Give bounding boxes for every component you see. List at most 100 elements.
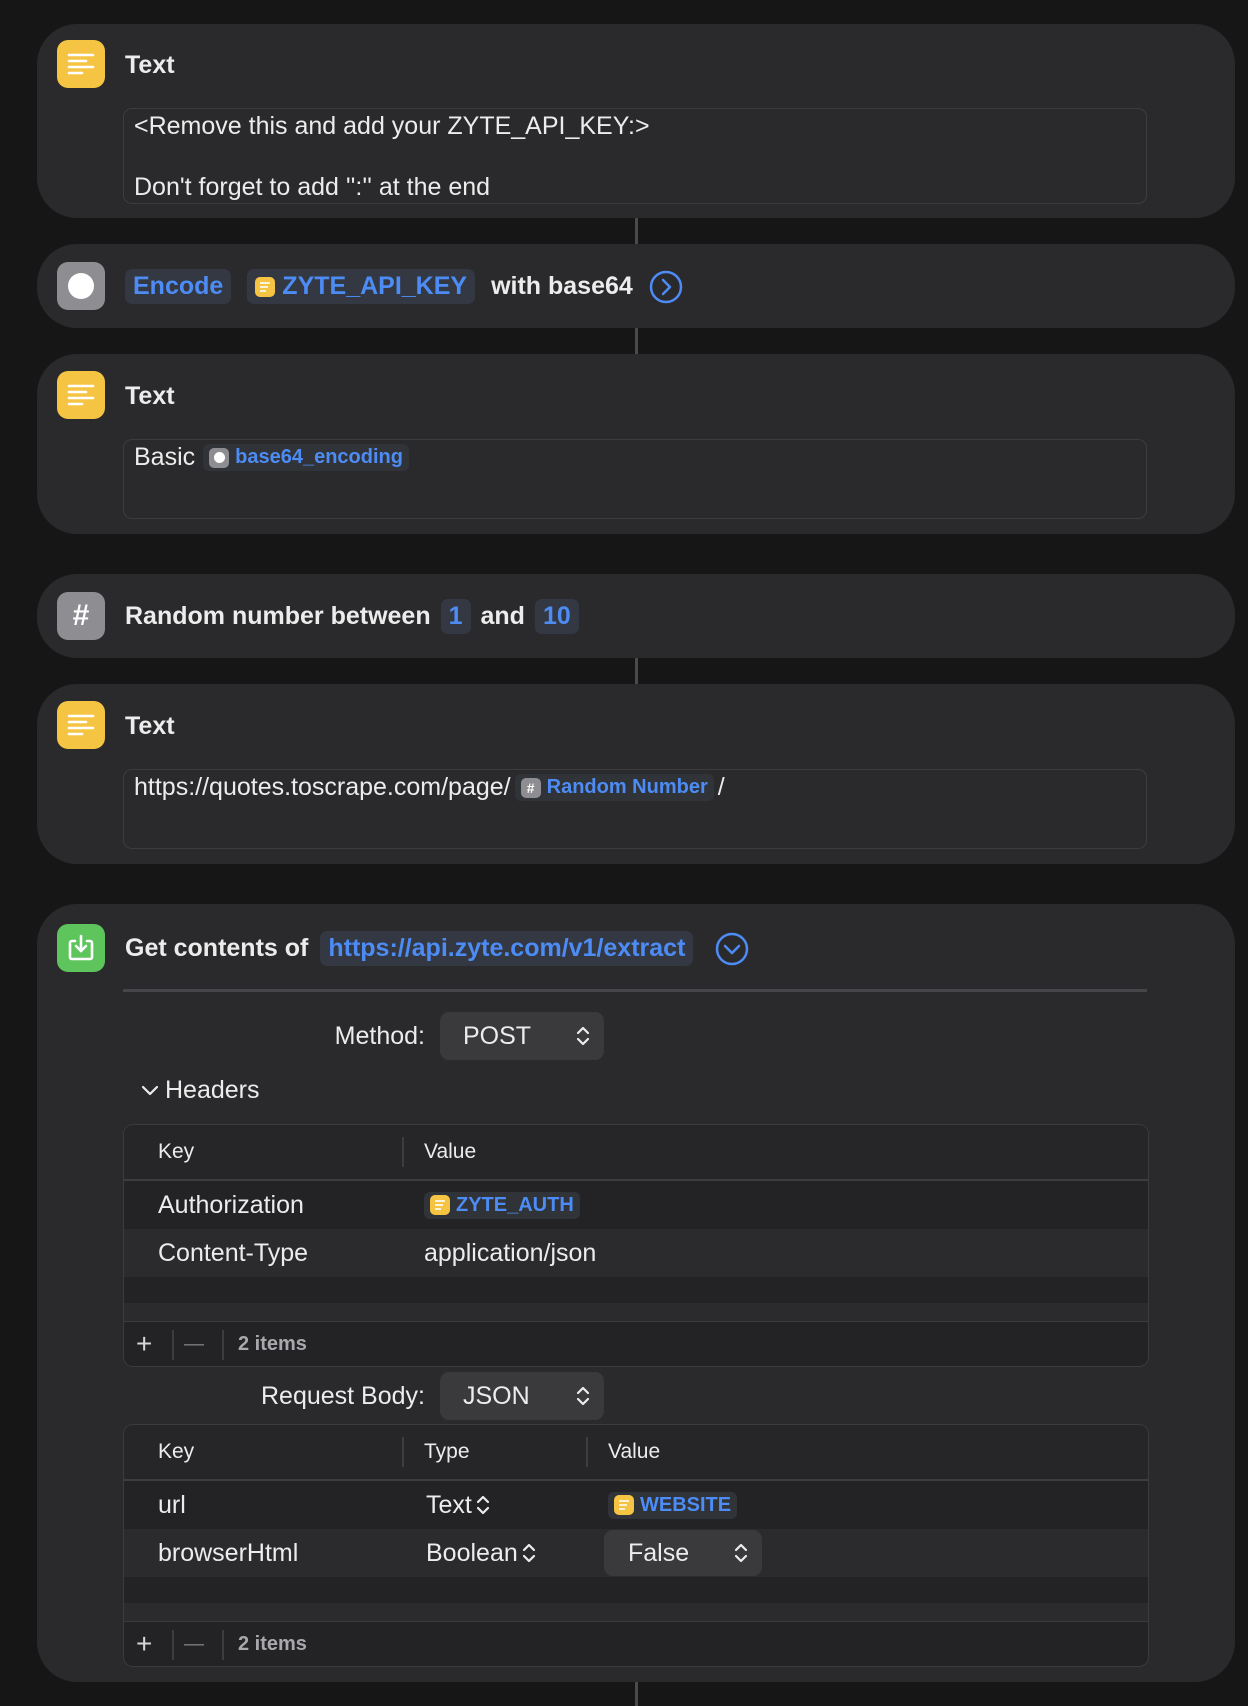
text-content-field[interactable]: <Remove this and add your ZYTE_API_KEY:>… xyxy=(123,108,1147,204)
table-footer: + — 2 items xyxy=(124,1321,1148,1366)
updown-chevron-icon xyxy=(734,1542,748,1564)
table-header: Key Type Value xyxy=(124,1425,1148,1481)
footer-divider xyxy=(172,1630,174,1660)
column-header: Value xyxy=(424,1140,477,1163)
random-number-variable[interactable]: # Random Number xyxy=(514,774,714,801)
api-url-field[interactable]: https://api.zyte.com/v1/extract xyxy=(320,931,694,966)
headers-toggle[interactable]: Headers xyxy=(141,1076,260,1105)
column-header: Key xyxy=(158,1140,195,1163)
hash-icon: # xyxy=(57,592,105,640)
table-row[interactable]: url Text WEBSITE xyxy=(124,1481,1148,1529)
footer-divider xyxy=(222,1330,224,1360)
footer-divider xyxy=(172,1330,174,1360)
empty-row xyxy=(124,1577,1148,1603)
body-value[interactable]: WEBSITE xyxy=(608,1481,738,1529)
base64-encoding-variable[interactable]: base64_encoding xyxy=(203,444,409,471)
website-variable[interactable]: WEBSITE xyxy=(608,1491,738,1519)
random-and-label: and xyxy=(480,602,525,630)
column-divider xyxy=(402,1137,404,1167)
get-contents-label: Get contents of xyxy=(125,934,309,962)
header-key[interactable]: Content-Type xyxy=(158,1229,308,1277)
encode-mode-button[interactable]: Encode xyxy=(125,269,232,304)
column-divider xyxy=(402,1437,404,1467)
action-title: Text xyxy=(125,712,175,740)
body-type-select[interactable]: Boolean xyxy=(426,1529,536,1577)
request-body-label: Request Body: xyxy=(261,1382,425,1410)
item-count: 2 items xyxy=(238,1632,307,1655)
method-label: Method: xyxy=(334,1022,425,1050)
table-row[interactable]: Content-Type application/json xyxy=(124,1229,1148,1277)
section-divider xyxy=(123,989,1147,992)
text-variable-icon xyxy=(614,1495,634,1515)
text-action-card[interactable]: Text https://quotes.toscrape.com/page/ #… xyxy=(37,684,1235,864)
column-header: Type xyxy=(424,1440,470,1463)
random-label: Random number between xyxy=(125,602,431,630)
text-prefix: Basic xyxy=(134,443,196,471)
add-button[interactable]: + xyxy=(136,1622,152,1666)
table-row[interactable]: browserHtml Boolean False xyxy=(124,1529,1148,1577)
action-title: Text xyxy=(125,382,175,410)
text-line-1: <Remove this and add your ZYTE_API_KEY:> xyxy=(134,112,650,140)
footer-divider xyxy=(222,1630,224,1660)
column-header: Value xyxy=(608,1440,661,1463)
hash-variable-icon: # xyxy=(520,777,541,798)
text-action-card[interactable]: Text Basic base64_encoding xyxy=(37,354,1235,534)
zyte-auth-variable[interactable]: ZYTE_AUTH xyxy=(424,1191,580,1219)
remove-button[interactable]: — xyxy=(184,1322,204,1366)
text-content-field[interactable]: Basic base64_encoding xyxy=(123,439,1147,519)
flow-connector xyxy=(635,1682,638,1706)
collapse-arrow-icon[interactable] xyxy=(715,932,749,966)
text-line-2: Don't forget to add '':'' at the end xyxy=(134,173,491,201)
empty-row xyxy=(124,1303,1148,1321)
table-row[interactable]: Authorization ZYTE_AUTH xyxy=(124,1181,1148,1229)
text-variable-icon xyxy=(430,1195,450,1215)
table-footer: + — 2 items xyxy=(124,1621,1148,1666)
encode-suffix: with base64 xyxy=(491,272,633,300)
method-select[interactable]: POST xyxy=(440,1012,604,1060)
flow-connector xyxy=(635,218,638,244)
download-icon xyxy=(57,924,105,972)
url-prefix: https://quotes.toscrape.com/page/ xyxy=(134,773,511,801)
body-type-select[interactable]: Text xyxy=(426,1481,490,1529)
text-icon xyxy=(57,701,105,749)
updown-chevron-icon xyxy=(576,1025,590,1047)
random-number-action-card[interactable]: # Random number between 1 and 10 xyxy=(37,574,1235,658)
table-header: Key Value xyxy=(124,1125,1148,1181)
header-value[interactable]: application/json xyxy=(424,1229,596,1277)
random-min-field[interactable]: 1 xyxy=(440,599,471,634)
header-value[interactable]: ZYTE_AUTH xyxy=(424,1181,580,1229)
header-key[interactable]: Authorization xyxy=(158,1181,304,1229)
empty-row xyxy=(124,1277,1148,1303)
random-max-field[interactable]: 10 xyxy=(534,599,579,634)
column-divider xyxy=(586,1437,588,1467)
text-variable-icon xyxy=(255,276,276,297)
item-count: 2 items xyxy=(238,1332,307,1355)
encode-variable-icon xyxy=(209,447,230,468)
encode-icon xyxy=(57,262,105,310)
chevron-down-icon xyxy=(141,1085,159,1097)
text-icon xyxy=(57,371,105,419)
empty-row xyxy=(124,1603,1148,1621)
body-key[interactable]: url xyxy=(158,1481,186,1529)
zyte-api-key-variable[interactable]: ZYTE_API_KEY xyxy=(247,269,476,304)
request-body-table: Key Type Value url Text WEBSITE browserH… xyxy=(123,1424,1149,1667)
body-key[interactable]: browserHtml xyxy=(158,1529,298,1577)
request-body-select[interactable]: JSON xyxy=(440,1372,604,1420)
boolean-value-select[interactable]: False xyxy=(604,1530,762,1576)
text-action-card[interactable]: Text <Remove this and add your ZYTE_API_… xyxy=(37,24,1235,218)
action-title: Text xyxy=(125,51,175,79)
text-icon xyxy=(57,40,105,88)
updown-chevron-icon xyxy=(476,1495,489,1515)
updown-chevron-icon xyxy=(576,1385,590,1407)
flow-connector xyxy=(635,658,638,684)
text-content-field[interactable]: https://quotes.toscrape.com/page/ # Rand… xyxy=(123,769,1147,849)
updown-chevron-icon xyxy=(522,1543,535,1563)
add-button[interactable]: + xyxy=(136,1322,152,1366)
headers-table: Key Value Authorization ZYTE_AUTH Conten… xyxy=(123,1124,1149,1367)
get-contents-action-card[interactable]: Get contents of https://api.zyte.com/v1/… xyxy=(37,904,1235,1682)
flow-connector xyxy=(635,328,638,354)
expand-arrow-icon[interactable] xyxy=(649,270,683,304)
url-suffix: / xyxy=(717,773,725,801)
encode-action-card[interactable]: Encode ZYTE_API_KEY with base64 xyxy=(37,244,1235,328)
remove-button[interactable]: — xyxy=(184,1622,204,1666)
